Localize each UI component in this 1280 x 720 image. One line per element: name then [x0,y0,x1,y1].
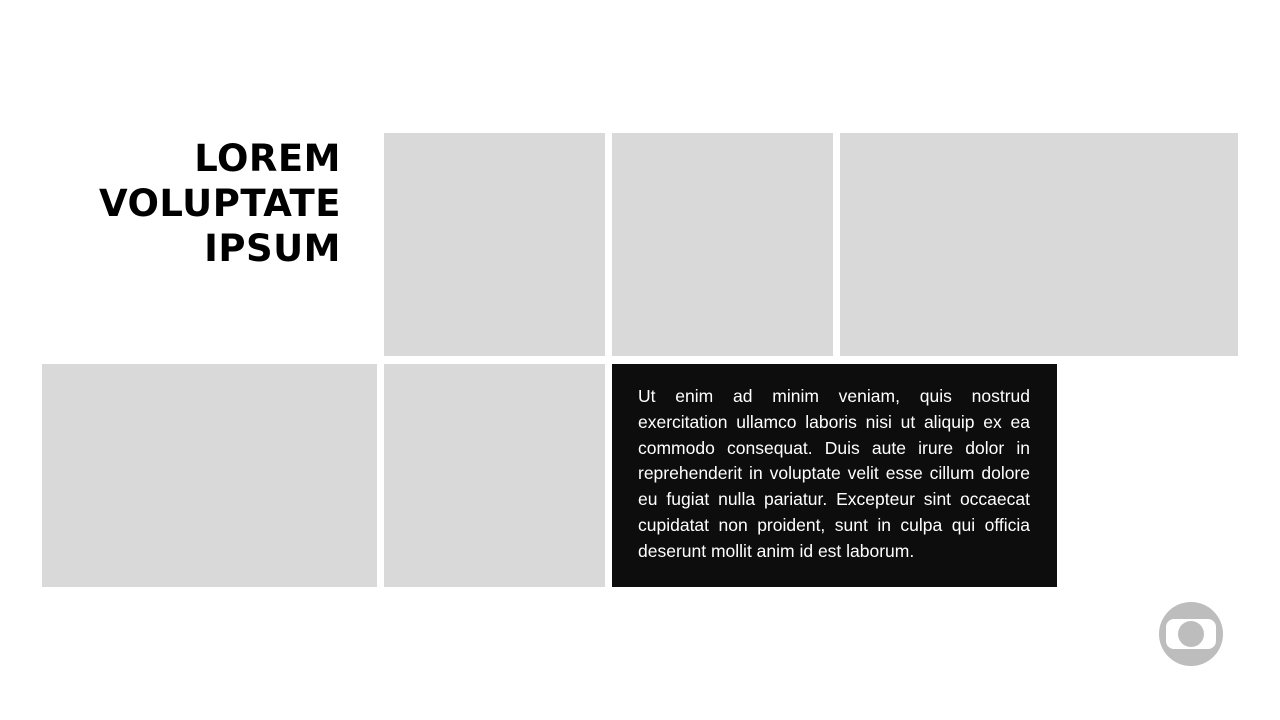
globo-logo-icon [1159,602,1223,666]
title-line-2: VOLUPTATE [98,182,341,225]
body-text: Ut enim ad minim veniam, quis nostrud ex… [638,386,1030,561]
image-placeholder-2 [612,133,833,356]
image-placeholder-1 [384,133,605,356]
title-line-1: LOREM [194,137,341,180]
image-placeholder-5 [384,364,605,587]
image-placeholder-3 [840,133,1238,356]
title-line-3: IPSUM [204,227,341,270]
slide: LOREM VOLUPTATE IPSUM Ut enim ad minim v… [0,0,1280,720]
text-box: Ut enim ad minim veniam, quis nostrud ex… [612,364,1057,587]
image-placeholder-4 [42,364,377,587]
slide-title: LOREM VOLUPTATE IPSUM [60,136,341,271]
